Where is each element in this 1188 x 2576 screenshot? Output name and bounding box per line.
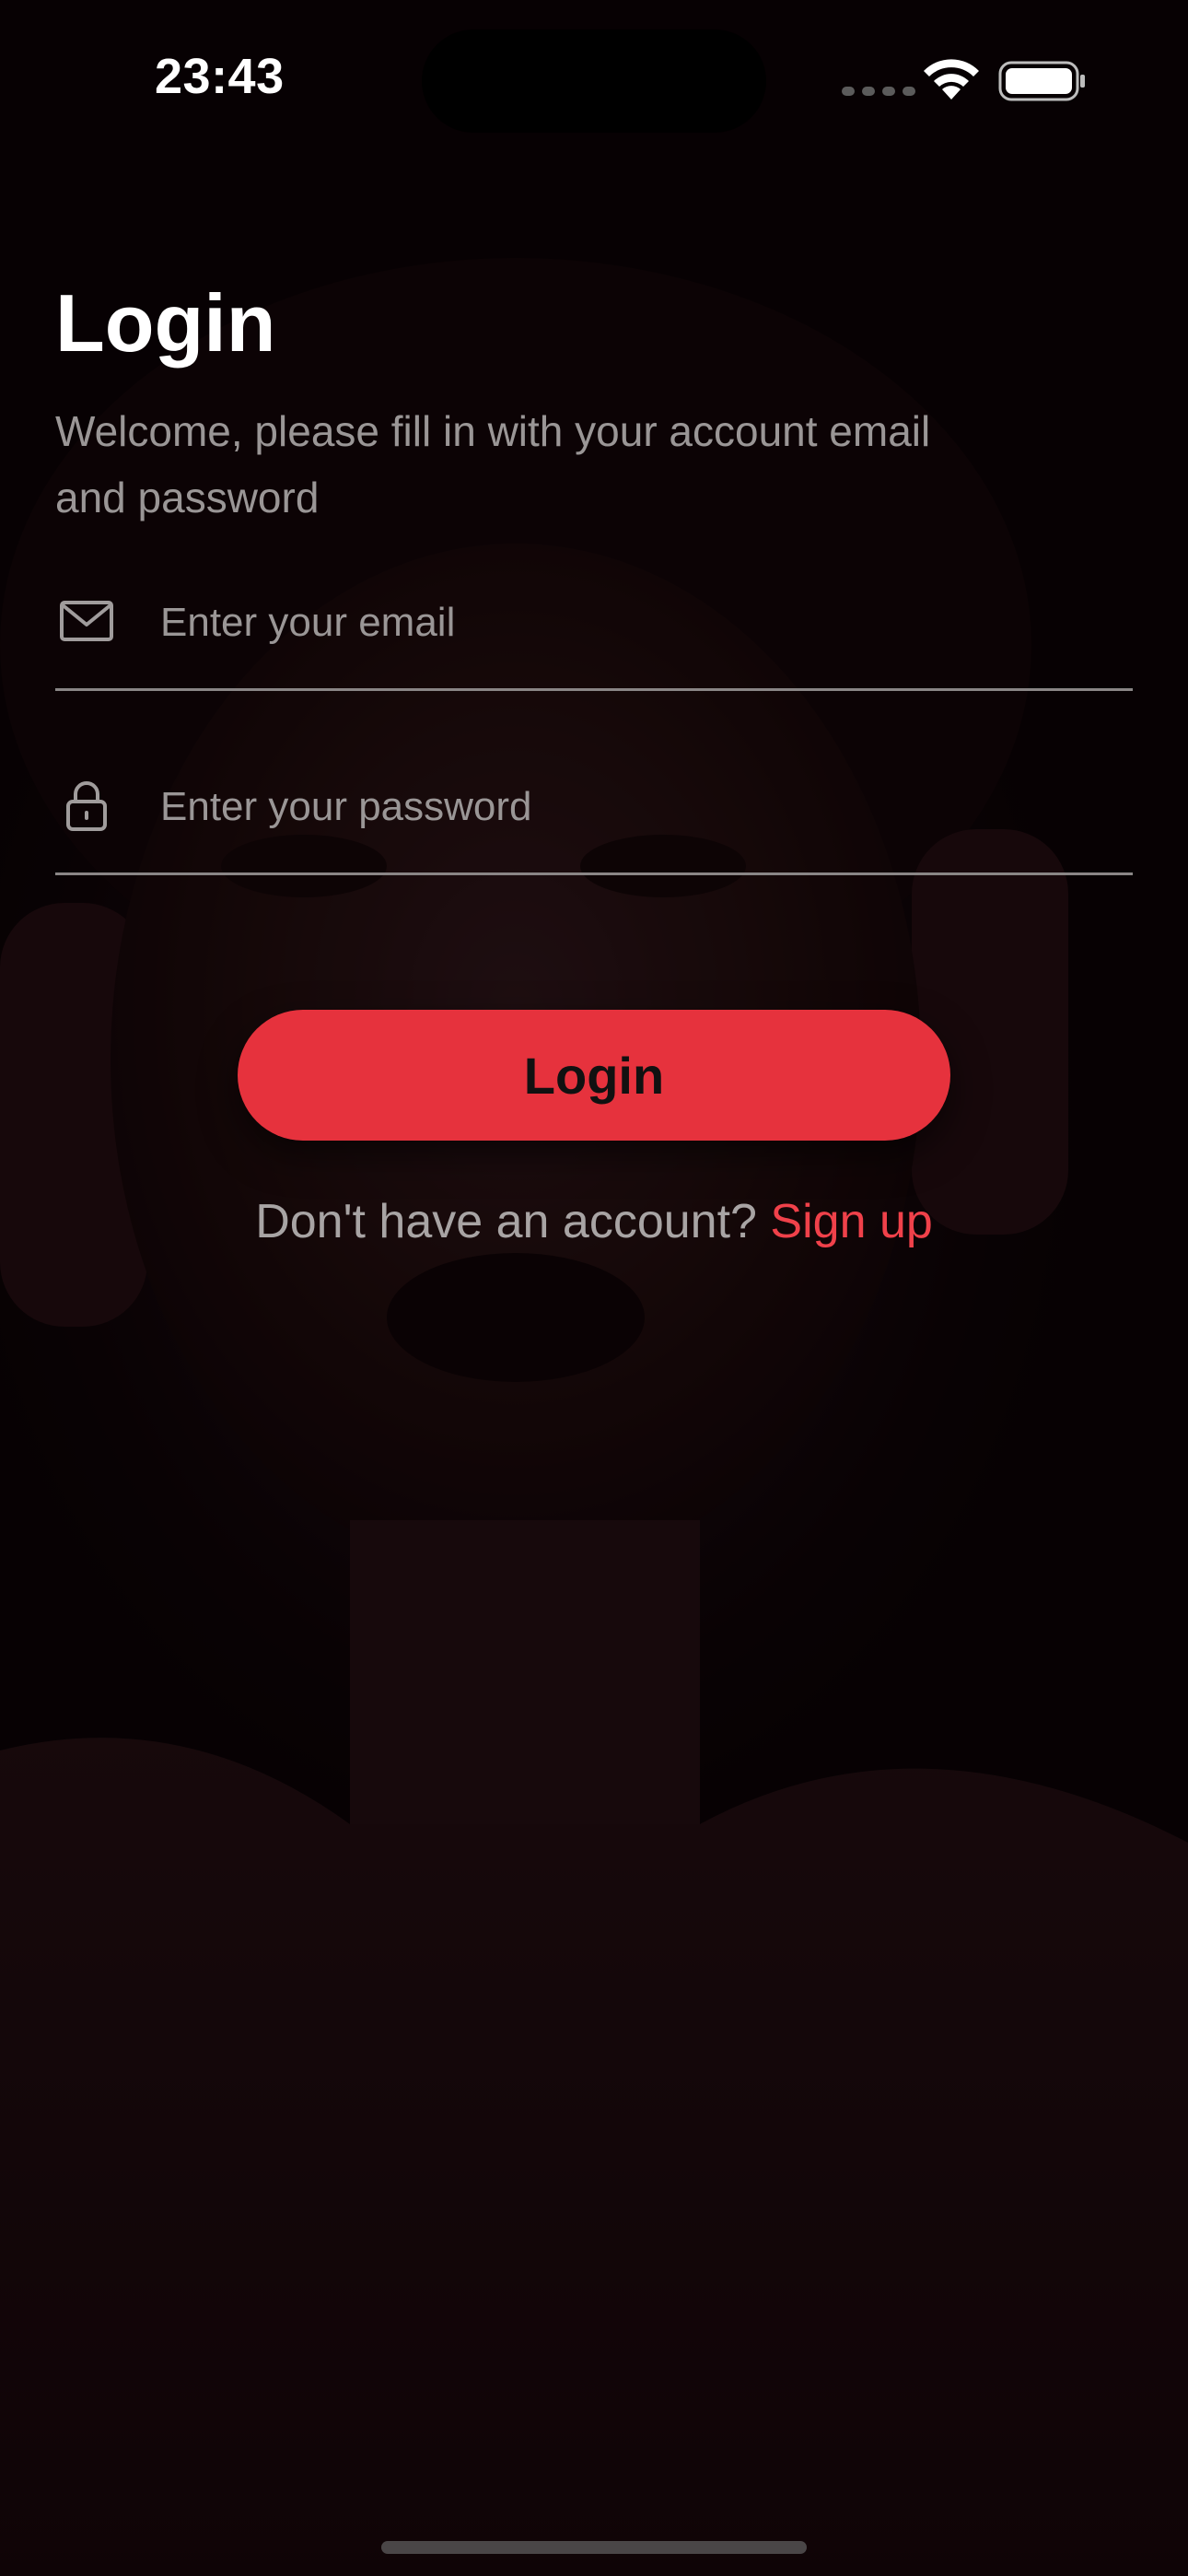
password-input[interactable] [160, 770, 1118, 844]
background-scrim [0, 0, 1188, 2576]
wifi-icon [924, 59, 979, 100]
cellular-signal-icon [842, 87, 915, 96]
status-time: 23:43 [155, 49, 285, 104]
home-indicator[interactable] [381, 2541, 807, 2554]
email-input[interactable] [160, 586, 1118, 660]
dynamic-island [422, 29, 766, 133]
email-field [55, 580, 1133, 691]
login-button[interactable]: Login [238, 1010, 950, 1141]
signup-prompt: Don't have an account? [255, 1195, 757, 1248]
password-field [55, 765, 1133, 875]
status-bar: 23:43 [0, 0, 1188, 157]
signup-link[interactable]: Sign up [770, 1195, 932, 1248]
background-portrait [0, 0, 1188, 2576]
battery-icon [998, 61, 1085, 101]
page-subtitle: Welcome, please fill in with your accoun… [55, 407, 931, 521]
login-screen: 23:43 Login Welcome, please fill in with… [0, 0, 1188, 2576]
signup-row: Don't have an account? Sign up [0, 1194, 1188, 1249]
lock-icon [66, 781, 107, 831]
page-title: Login [55, 277, 276, 369]
envelope-icon [60, 601, 113, 641]
